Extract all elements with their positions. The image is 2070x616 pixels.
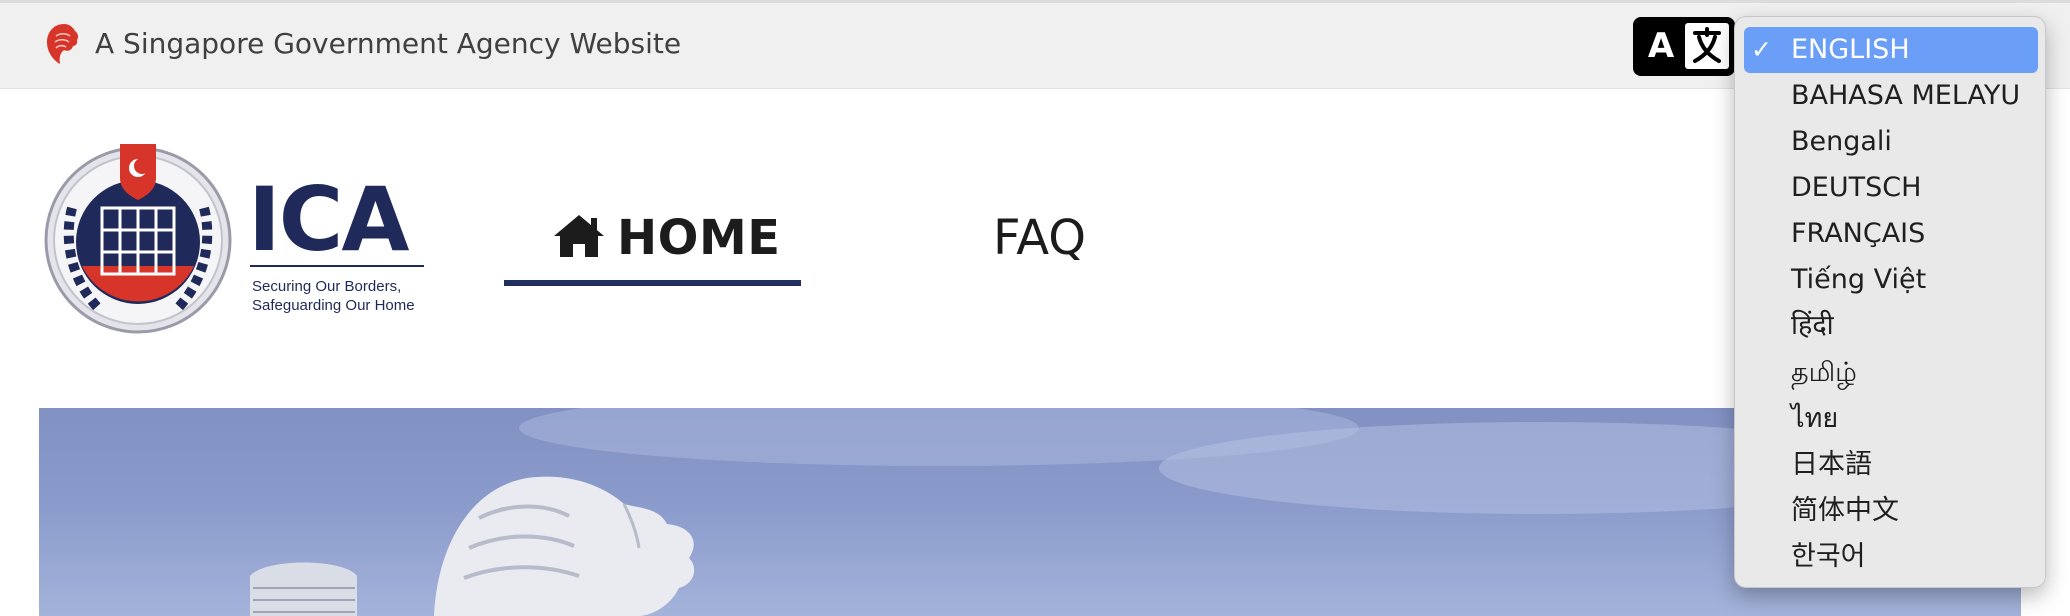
nav-home-label: HOME	[617, 210, 781, 266]
language-option-vietnamese[interactable]: Tiếng Việt	[1744, 257, 2038, 303]
lion-head-icon	[47, 24, 79, 64]
language-dropdown[interactable]: ✓ ENGLISH BAHASA MELAYU Bengali DEUTSCH …	[1734, 16, 2046, 588]
nav-active-underline	[504, 280, 801, 286]
hero-image	[39, 408, 2021, 616]
language-option-hindi[interactable]: हिंदी	[1744, 303, 2038, 349]
language-option-thai[interactable]: ไทย	[1744, 396, 2038, 442]
language-option-francais[interactable]: FRANÇAIS	[1744, 211, 2038, 257]
language-option-tamil[interactable]: தமிழ்	[1744, 350, 2038, 396]
translate-letter-a-icon: A	[1647, 26, 1675, 66]
page: A Singapore Government Agency Website A	[0, 0, 2070, 616]
logo-tagline-2: Safeguarding Our Home	[252, 297, 415, 314]
home-icon	[554, 215, 604, 257]
logo-tagline-1: Securing Our Borders,	[252, 278, 401, 295]
translate-button[interactable]: A	[1633, 17, 1735, 76]
ica-logo[interactable]: ICA Securing Our Borders, Safeguarding O…	[42, 138, 442, 338]
language-option-deutsch[interactable]: DEUTSCH	[1744, 165, 2038, 211]
language-option-bahasa-melayu[interactable]: BAHASA MELAYU	[1744, 73, 2038, 119]
gov-banner-text: A Singapore Government Agency Website	[95, 27, 682, 60]
language-option-simplified-chinese[interactable]: 简体中文	[1744, 488, 2038, 534]
check-icon: ✓	[1751, 35, 1772, 64]
language-option-english[interactable]: ✓ ENGLISH	[1744, 27, 2038, 73]
nav-faq[interactable]: FAQ	[993, 210, 1086, 266]
language-option-korean[interactable]: 한국어	[1744, 534, 2038, 580]
language-option-japanese[interactable]: 日本語	[1744, 442, 2038, 488]
nav-home[interactable]: HOME	[504, 200, 801, 286]
translate-icon	[1685, 23, 1729, 69]
logo-acronym: ICA	[248, 168, 409, 271]
language-option-bengali[interactable]: Bengali	[1744, 119, 2038, 165]
